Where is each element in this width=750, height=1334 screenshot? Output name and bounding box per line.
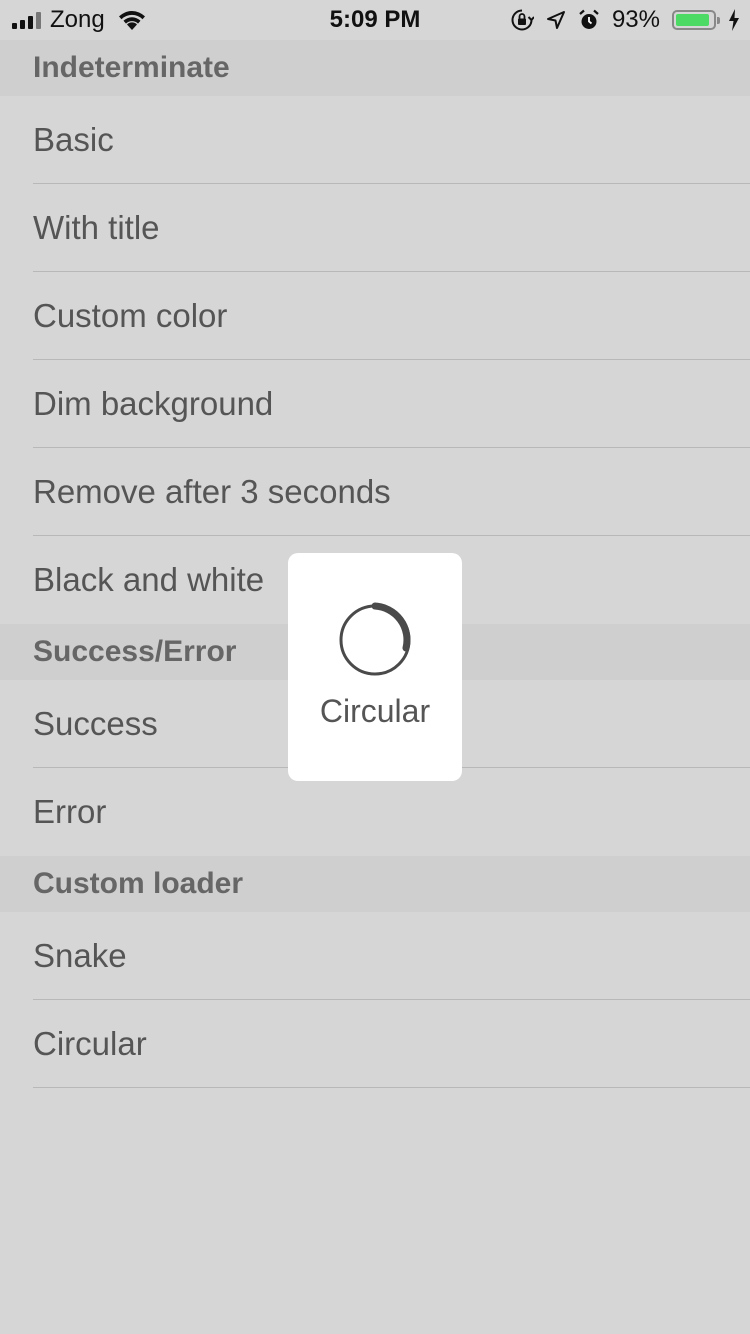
- section-header-custom-loader: Custom loader: [0, 856, 750, 912]
- list-item-basic[interactable]: Basic: [0, 96, 750, 184]
- status-bar: Zong 5:09 PM 93%: [0, 0, 750, 40]
- list-item-dim-background[interactable]: Dim background: [0, 360, 750, 448]
- battery-percentage: 93%: [611, 6, 660, 33]
- circular-spinner-icon: [339, 602, 411, 676]
- alarm-icon: [579, 9, 599, 29]
- charging-icon: [729, 9, 739, 31]
- battery-fill: [676, 14, 710, 26]
- progress-hud: Circular: [288, 553, 462, 781]
- status-right: 93%: [510, 6, 740, 34]
- hud-label: Circular: [319, 693, 431, 729]
- list-item-circular[interactable]: Circular: [0, 1000, 750, 1088]
- list-item-with-title[interactable]: With title: [0, 184, 750, 272]
- list-item-remove-after-3-seconds[interactable]: Remove after 3 seconds: [0, 448, 750, 536]
- location-icon: [546, 11, 565, 29]
- orientation-lock-icon: [511, 9, 534, 31]
- section-header-indeterminate: Indeterminate: [0, 40, 750, 96]
- battery-icon: [672, 10, 720, 30]
- list-item-error[interactable]: Error: [0, 768, 750, 856]
- list-item-custom-color[interactable]: Custom color: [0, 272, 750, 360]
- list-item-snake[interactable]: Snake: [0, 912, 750, 1000]
